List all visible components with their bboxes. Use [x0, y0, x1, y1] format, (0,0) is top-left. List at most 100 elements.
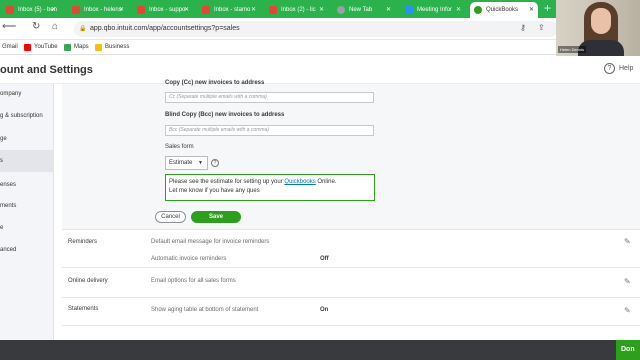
reload-icon[interactable]: ↻ [32, 21, 40, 32]
chevron-down-icon: ▼ [198, 160, 203, 166]
page-title: ount and Settings [0, 64, 93, 76]
address-bar[interactable]: 🔒 app.qbo.intuit.com/app/accountsettings… [74, 21, 558, 37]
bcc-input[interactable]: Bcc (Separate multiple emails with a com… [165, 125, 374, 136]
row-text: Automatic invoice reminders [151, 256, 227, 262]
maps-icon [64, 44, 71, 51]
pencil-icon[interactable]: ✎ [624, 277, 631, 286]
gmail-icon [137, 6, 145, 14]
message-line-2: Let me know if you have any ques [169, 188, 260, 194]
message-text: Please see the estimate for setting up y… [169, 179, 285, 185]
message-text: Online. [315, 179, 337, 185]
row-title: Online delivery [68, 278, 108, 284]
tab-label: QuickBooks [486, 7, 519, 13]
sidebar-item-time[interactable]: e [0, 218, 54, 238]
tab-label: Inbox (2) - lic [281, 7, 316, 13]
close-icon[interactable]: ✕ [456, 2, 461, 18]
webcam-person-face [591, 8, 611, 34]
zoom-icon [405, 6, 413, 14]
bottom-bar: Don [0, 340, 640, 360]
online-delivery-row: Online delivery Email options for all sa… [62, 269, 640, 298]
cancel-button[interactable]: Cancel [155, 211, 186, 223]
email-message-textarea[interactable]: Please see the estimate for setting up y… [165, 174, 375, 201]
close-icon[interactable]: ✕ [251, 2, 256, 18]
sidebar-item-billing[interactable]: g & subscription [0, 106, 54, 126]
bookmark-business[interactable]: Business [95, 42, 129, 53]
lock-icon: 🔒 [79, 26, 87, 32]
done-button[interactable]: Don [616, 340, 640, 360]
tab-label: Inbox - helens [84, 7, 122, 13]
info-icon[interactable]: ? [211, 159, 219, 167]
webcam-overlay: Helen Dennis [556, 0, 640, 56]
row-text: Email options for all sales forms [151, 278, 236, 284]
browser-tab[interactable]: Inbox (5) - ben ✕ [2, 2, 60, 18]
help-button[interactable]: ? Help [604, 63, 633, 74]
close-icon[interactable]: ✕ [529, 2, 534, 18]
pencil-icon[interactable]: ✎ [624, 237, 631, 246]
tab-label: Meeting Infor [417, 7, 453, 13]
bookmark-label: Business [105, 44, 130, 50]
help-label: Help [619, 65, 634, 72]
bookmark-maps[interactable]: Maps [64, 42, 89, 53]
row-value: On [320, 307, 329, 313]
back-icon[interactable]: ⟵ [2, 21, 16, 32]
sales-form-select[interactable]: Estimate ▼ [165, 156, 208, 170]
gmail-icon [72, 6, 80, 14]
sidebar-item-advanced[interactable]: anced [0, 240, 54, 260]
tab-label: Inbox - stamo [214, 7, 251, 13]
share-icon[interactable]: ⇪ [538, 23, 545, 32]
pencil-icon[interactable]: ✎ [624, 306, 631, 315]
gmail-icon [269, 6, 277, 14]
row-text: Default email message for invoice remind… [151, 239, 270, 245]
row-text: Show aging table at bottom of statement [151, 307, 259, 313]
tab-label: New Tab [349, 7, 373, 13]
close-icon[interactable]: ✕ [51, 2, 56, 18]
sidebar-item-sales[interactable]: s [0, 150, 54, 172]
browser-tab[interactable]: Inbox - helens ✕ [68, 2, 128, 18]
close-icon[interactable]: ✕ [119, 2, 124, 18]
browser-tab[interactable]: Inbox - suppo ✕ [133, 2, 193, 18]
browser-tab[interactable]: Inbox (2) - lic ✕ [265, 2, 328, 18]
help-icon: ? [604, 63, 615, 74]
bcc-label: Blind Copy (Bcc) new invoices to address [165, 112, 285, 118]
reminders-row: Reminders Default email message for invo… [62, 232, 640, 268]
browser-tab[interactable]: Inbox - stamo ✕ [198, 2, 260, 18]
sidebar-item-expenses[interactable]: enses [0, 175, 54, 195]
save-button[interactable]: Save [191, 211, 241, 223]
sales-form-value: Estimate [169, 160, 193, 166]
statements-row: Statements Show aging table at bottom of… [62, 299, 640, 326]
bookmark-gmail[interactable]: Gmail [0, 42, 18, 53]
browser-toolbar: ⟵ ↻ ⌂ 🔒 app.qbo.intuit.com/app/accountse… [0, 18, 640, 40]
youtube-icon [24, 44, 31, 51]
message-line-1: Please see the estimate for setting up y… [169, 178, 371, 187]
url-text: app.qbo.intuit.com/app/accountsettings?p… [90, 25, 240, 32]
bookmark-label: Gmail [2, 44, 18, 50]
sales-form-email-panel: Copy (Cc) new invoices to address Cc (Se… [62, 80, 640, 230]
bookmarks-bar: Gmail YouTube Maps Business [0, 40, 640, 55]
page-header: ount and Settings ? Help [0, 56, 640, 84]
sidebar-item-payments[interactable]: ments [0, 196, 54, 216]
quickbooks-link[interactable]: Quickbooks [284, 179, 315, 185]
browser-tab[interactable]: New Tab ✕ [333, 2, 395, 18]
globe-icon [337, 6, 345, 14]
close-icon[interactable]: ✕ [184, 2, 189, 18]
quickbooks-icon [474, 6, 482, 14]
close-icon[interactable]: ✕ [386, 2, 391, 18]
home-icon[interactable]: ⌂ [52, 21, 58, 32]
browser-tab-strip: Inbox (5) - ben ✕ Inbox - helens ✕ Inbox -… [0, 0, 640, 18]
gmail-icon [6, 6, 14, 14]
browser-tab-active[interactable]: QuickBooks ✕ [470, 2, 538, 18]
bookmark-label: Maps [74, 44, 89, 50]
sidebar-item-usage[interactable]: ge [0, 129, 54, 149]
key-icon[interactable]: ⚷ [520, 23, 526, 32]
webcam-name-label: Helen Dennis [558, 46, 587, 53]
row-title: Statements [68, 306, 99, 312]
sidebar-item-company[interactable]: ompany [0, 84, 54, 104]
cc-label: Copy (Cc) new invoices to address [165, 80, 265, 86]
settings-sidebar: ompany g & subscription ge s enses ments… [0, 84, 54, 340]
cc-input[interactable]: Cc (Separate multiple emails with a comm… [165, 92, 374, 103]
tab-label: Inbox - suppo [149, 7, 186, 13]
close-icon[interactable]: ✕ [319, 2, 324, 18]
bookmark-youtube[interactable]: YouTube [24, 42, 58, 53]
new-tab-button[interactable]: + [544, 1, 551, 15]
browser-tab[interactable]: Meeting Infor ✕ [401, 2, 465, 18]
